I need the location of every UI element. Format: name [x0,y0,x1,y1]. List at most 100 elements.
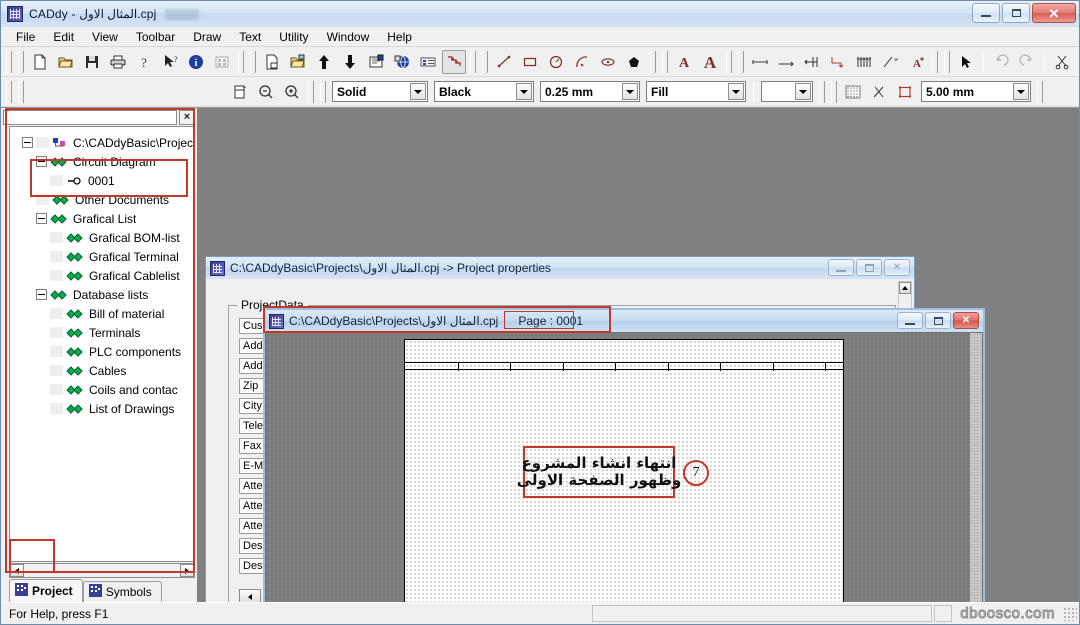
toolbar-grip[interactable] [738,50,744,73]
zoom-out-icon[interactable] [254,80,278,104]
menu-file[interactable]: File [7,28,44,46]
page-maximize-button[interactable] [925,312,951,329]
color-combo[interactable]: Black [434,81,534,102]
tree-item-plc-components[interactable]: PLC components [14,342,194,361]
tree-item-coils-and-contacts[interactable]: Coils and contac [14,380,194,399]
menu-utility[interactable]: Utility [270,28,317,46]
expander-minus-icon[interactable] [36,213,47,224]
tree-item-grafical-bom-list[interactable]: Grafical BOM-list [14,228,194,247]
chevron-down-icon[interactable] [1013,83,1029,100]
properties-maximize-button[interactable] [856,259,882,276]
menu-edit[interactable]: Edit [44,28,83,46]
copy-icon[interactable] [1076,50,1080,74]
tree-item-bill-of-material[interactable]: Bill of material [14,304,194,323]
new-document-icon[interactable] [28,50,52,74]
tree-item-grafical-cablelist[interactable]: Grafical Cablelist [14,266,194,285]
menu-window[interactable]: Window [318,28,379,46]
select-arrow-icon[interactable] [954,50,978,74]
scroll-up-icon[interactable] [899,282,911,294]
toolbar-grip[interactable] [6,80,12,103]
cut-scissors-icon[interactable] [1050,50,1074,74]
toolbar-grip[interactable] [944,50,950,73]
text-small-icon[interactable]: A [672,50,696,74]
tab-symbols[interactable]: Symbols [82,581,162,602]
dimension-style-icon[interactable]: w [878,50,902,74]
chevron-down-icon[interactable] [728,83,744,100]
tree-item-list-of-drawings[interactable]: List of Drawings [14,399,194,418]
tree-item-circuit-diagram[interactable]: Circuit Diagram [14,152,194,171]
page-properties-icon[interactable] [364,50,388,74]
text-style-icon[interactable]: A [904,50,928,74]
save-disk-icon[interactable] [80,50,104,74]
panel-close-icon[interactable]: × [179,109,195,125]
arrow-down-icon[interactable] [338,50,362,74]
redo-icon[interactable] [1015,50,1039,74]
list-grid-icon[interactable] [416,50,440,74]
toolbar-grip[interactable] [238,50,244,73]
tree-item-grafical-list[interactable]: Grafical List [14,209,194,228]
arrow-up-icon[interactable] [312,50,336,74]
menu-toolbar[interactable]: Toolbar [127,28,184,46]
properties-hscroll-left-button[interactable] [239,589,261,602]
line-width-combo[interactable]: 0.25 mm [540,81,640,102]
text-large-icon[interactable]: A [698,50,722,74]
expander-minus-icon[interactable] [36,156,47,167]
ellipse-tool-icon[interactable] [596,50,620,74]
hatch-icon[interactable] [852,50,876,74]
chevron-down-icon[interactable] [516,83,532,100]
toolbar-grip[interactable] [932,50,938,73]
project-properties-titlebar[interactable]: C:\CADdyBasic\Projects\المثال الاول.cpj … [206,257,914,279]
toolbar-grip[interactable] [819,80,825,103]
line-style-combo[interactable]: Solid [332,81,428,102]
tree-item-other-documents[interactable]: Other Documents [14,190,194,209]
toolbar-grip[interactable] [18,80,24,103]
new-page-icon[interactable] [260,50,284,74]
fill-combo[interactable]: Fill [646,81,746,102]
toolbar-grip[interactable] [250,50,256,73]
rectangle-tool-icon[interactable] [518,50,542,74]
tree-item-database-lists[interactable]: Database lists [14,285,194,304]
drawing-page-window[interactable]: C:\CADdyBasic\Projects\المثال الاول.cpj … [263,308,985,602]
fit-page-icon[interactable] [228,80,252,104]
toolbar-grip[interactable] [470,50,476,73]
toolbar-grip[interactable] [831,80,837,103]
toolbar-grip[interactable] [1037,80,1043,103]
leader-line-icon[interactable] [826,50,850,74]
project-tree-hscrollbar[interactable] [9,563,195,578]
toolbar-grip[interactable] [308,80,314,103]
expander-minus-icon[interactable] [36,289,47,300]
dimension-horizontal-icon[interactable] [748,50,772,74]
grid-snap-icon[interactable] [841,80,865,104]
dimension-baseline-icon[interactable] [800,50,824,74]
properties-close-button[interactable]: ✕ [884,259,910,276]
chevron-down-icon[interactable] [4,108,12,125]
wiring-icon[interactable] [442,49,466,74]
chevron-down-icon[interactable] [795,83,811,100]
minimize-button[interactable] [972,3,1000,23]
zoom-in-icon[interactable] [280,80,304,104]
tree-item-project-root[interactable]: C:\CADdyBasic\Projects\ [14,133,194,152]
toolbar-grip[interactable] [482,50,488,73]
menu-view[interactable]: View [83,28,127,46]
menu-help[interactable]: Help [378,28,421,46]
toolbar-grip[interactable] [6,50,12,73]
project-tree[interactable]: C:\CADdyBasic\Projects\ Circuit Diagram [9,126,195,562]
scroll-left-icon[interactable] [10,564,24,577]
toolbar-grip[interactable] [18,50,24,73]
grid-panels-icon[interactable] [210,50,234,74]
tab-project[interactable]: Project [9,579,83,602]
page-minimize-button[interactable] [897,312,923,329]
print-icon[interactable] [106,50,130,74]
toolbar-grip[interactable] [650,50,656,73]
chevron-down-icon[interactable] [622,83,638,100]
open-project-icon[interactable] [286,50,310,74]
osnap-icon[interactable] [867,80,891,104]
menu-draw[interactable]: Draw [184,28,230,46]
properties-minimize-button[interactable] [828,259,854,276]
resize-grip-icon[interactable] [1063,606,1077,621]
drawing-sheet[interactable]: انتهاء انشاء المشروع وظهور الصفحة الاولى… [404,339,844,602]
tree-item-cables[interactable]: Cables [14,361,194,380]
page-close-button[interactable]: ✕ [953,312,979,329]
context-help-arrow-icon[interactable]: ? [158,50,182,74]
toolbar-grip[interactable] [726,50,732,73]
